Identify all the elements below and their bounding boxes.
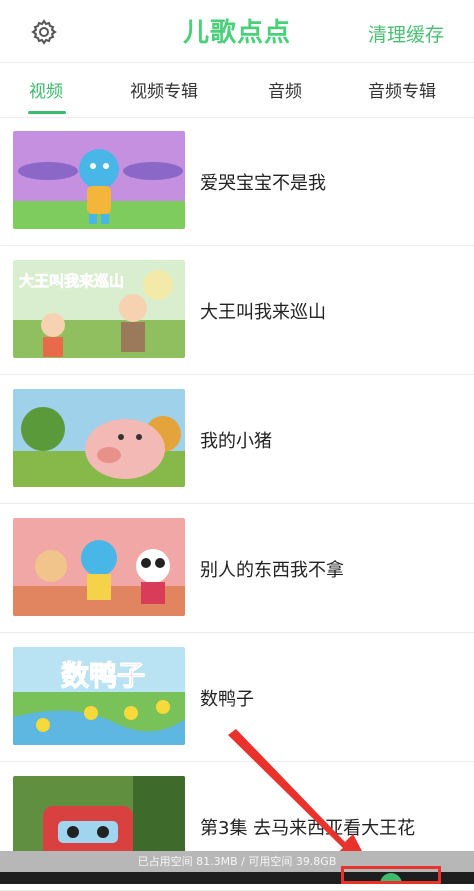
gear-icon[interactable] [30, 18, 58, 46]
clear-cache-button[interactable]: 清理缓存 [368, 20, 444, 47]
video-thumbnail: 数鸭子 [13, 647, 185, 745]
video-item[interactable]: 数鸭子 数鸭子 [0, 633, 474, 762]
video-title: 爱哭宝宝不是我 [200, 173, 326, 194]
video-title: 第3集 去马来西亚看大王花 [200, 818, 416, 839]
video-thumbnail [13, 131, 185, 229]
tab-bar: 视频 视频专辑 音频 音频专辑 [0, 62, 474, 118]
active-tab-indicator [28, 111, 66, 114]
tab-video[interactable]: 视频 [29, 77, 63, 102]
video-thumbnail [13, 518, 185, 616]
video-thumbnail: 大王叫我来巡山 [13, 260, 185, 358]
video-title: 别人的东西我不拿 [200, 560, 344, 581]
video-title: 大王叫我来巡山 [200, 302, 326, 323]
tab-video-album[interactable]: 视频专辑 [130, 77, 198, 102]
thumbnail-caption: 数鸭子 [61, 659, 145, 692]
video-thumbnail [13, 389, 185, 487]
video-item[interactable]: 别人的东西我不拿 [0, 504, 474, 633]
video-title: 我的小猪 [200, 431, 272, 452]
video-item[interactable]: 我的小猪 [0, 375, 474, 504]
thumbnail-caption: 大王叫我来巡山 [19, 272, 124, 290]
highlight-box [341, 866, 441, 884]
app-logo: 儿歌点点 [183, 18, 292, 48]
tab-audio-album[interactable]: 音频专辑 [368, 77, 436, 102]
video-title: 数鸭子 [200, 689, 254, 710]
app-header: 儿歌点点 清理缓存 [0, 0, 474, 62]
video-list: 爱哭宝宝不是我 大王叫我来巡山 大王叫我来巡山 我的小猪 别人的东西我不拿 数鸭… [0, 117, 474, 891]
video-item[interactable]: 大王叫我来巡山 大王叫我来巡山 [0, 246, 474, 375]
video-item[interactable]: 爱哭宝宝不是我 [0, 117, 474, 246]
tab-audio[interactable]: 音频 [268, 77, 302, 102]
